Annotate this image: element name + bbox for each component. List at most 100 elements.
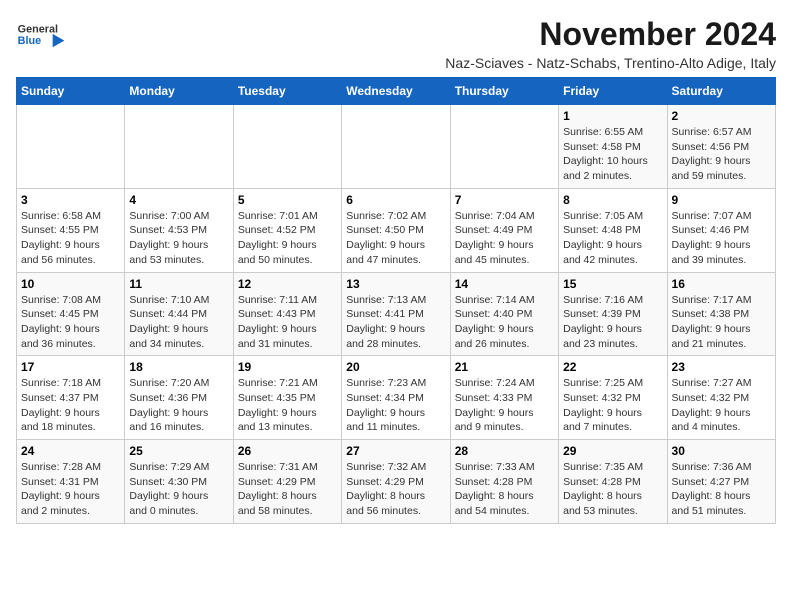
calendar-cell: 8Sunrise: 7:05 AM Sunset: 4:48 PM Daylig… — [559, 188, 667, 272]
day-info: Sunrise: 7:11 AM Sunset: 4:43 PM Dayligh… — [238, 293, 337, 352]
day-info: Sunrise: 7:16 AM Sunset: 4:39 PM Dayligh… — [563, 293, 662, 352]
calendar-cell: 1 Sunrise: 6:55 AM Sunset: 4:58 PM Daylig… — [559, 105, 667, 189]
calendar-cell: 26Sunrise: 7:31 AM Sunset: 4:29 PM Dayli… — [233, 440, 341, 524]
day-info: Sunrise: 7:27 AM Sunset: 4:32 PM Dayligh… — [672, 376, 771, 435]
day-info: Sunrise: 7:10 AM Sunset: 4:44 PM Dayligh… — [129, 293, 228, 352]
calendar-cell: 30Sunrise: 7:36 AM Sunset: 4:27 PM Dayli… — [667, 440, 775, 524]
day-info: Sunrise: 7:14 AM Sunset: 4:40 PM Dayligh… — [455, 293, 554, 352]
week-row-2: 3 Sunrise: 6:58 AM Sunset: 4:55 PM Daylig… — [17, 188, 776, 272]
calendar-cell: 16 Sunrise: 7:17 AM Sunset: 4:38 PM Dayli… — [667, 272, 775, 356]
day-number: 13 — [346, 277, 445, 291]
calendar-cell: 22Sunrise: 7:25 AM Sunset: 4:32 PM Dayli… — [559, 356, 667, 440]
calendar-cell — [17, 105, 125, 189]
svg-text:General: General — [18, 23, 58, 35]
day-number: 14 — [455, 277, 554, 291]
calendar-cell: 27 Sunrise: 7:32 AM Sunset: 4:29 PM Dayli… — [342, 440, 450, 524]
day-number: 18 — [129, 360, 228, 374]
day-number: 8 — [563, 193, 662, 207]
calendar-cell — [233, 105, 341, 189]
day-info: Sunrise: 7:33 AM Sunset: 4:28 PM Dayligh… — [455, 460, 554, 519]
col-header-tuesday: Tuesday — [233, 78, 341, 105]
day-info: Sunrise: 7:21 AM Sunset: 4:35 PM Dayligh… — [238, 376, 337, 435]
day-number: 23 — [672, 360, 771, 374]
col-header-saturday: Saturday — [667, 78, 775, 105]
calendar-cell: 4Sunrise: 7:00 AM Sunset: 4:53 PM Daylig… — [125, 188, 233, 272]
day-info: Sunrise: 7:00 AM Sunset: 4:53 PM Dayligh… — [129, 209, 228, 268]
day-number: 28 — [455, 444, 554, 458]
col-header-sunday: Sunday — [17, 78, 125, 105]
day-number: 5 — [238, 193, 337, 207]
day-info: Sunrise: 7:28 AM Sunset: 4:31 PM Dayligh… — [21, 460, 120, 519]
day-number: 6 — [346, 193, 445, 207]
calendar-table: SundayMondayTuesdayWednesdayThursdayFrid… — [16, 77, 776, 524]
day-number: 1 — [563, 109, 662, 123]
calendar-cell: 3 Sunrise: 6:58 AM Sunset: 4:55 PM Daylig… — [17, 188, 125, 272]
week-row-3: 10 Sunrise: 7:08 AM Sunset: 4:45 PM Dayli… — [17, 272, 776, 356]
day-number: 9 — [672, 193, 771, 207]
calendar-header-row: SundayMondayTuesdayWednesdayThursdayFrid… — [17, 78, 776, 105]
calendar-cell: 6Sunrise: 7:02 AM Sunset: 4:50 PM Daylig… — [342, 188, 450, 272]
calendar-cell: 20 Sunrise: 7:23 AM Sunset: 4:34 PM Dayli… — [342, 356, 450, 440]
day-number: 29 — [563, 444, 662, 458]
calendar-cell — [125, 105, 233, 189]
col-header-wednesday: Wednesday — [342, 78, 450, 105]
calendar-cell: 7Sunrise: 7:04 AM Sunset: 4:49 PM Daylig… — [450, 188, 558, 272]
day-number: 3 — [21, 193, 120, 207]
day-number: 2 — [672, 109, 771, 123]
day-info: Sunrise: 6:57 AM Sunset: 4:56 PM Dayligh… — [672, 125, 771, 184]
day-info: Sunrise: 7:24 AM Sunset: 4:33 PM Dayligh… — [455, 376, 554, 435]
calendar-cell: 5Sunrise: 7:01 AM Sunset: 4:52 PM Daylig… — [233, 188, 341, 272]
day-number: 16 — [672, 277, 771, 291]
calendar-cell — [342, 105, 450, 189]
day-info: Sunrise: 7:13 AM Sunset: 4:41 PM Dayligh… — [346, 293, 445, 352]
location-subtitle: Naz-Sciaves - Natz-Schabs, Trentino-Alto… — [86, 55, 776, 71]
calendar-body: 1 Sunrise: 6:55 AM Sunset: 4:58 PM Daylig… — [17, 105, 776, 524]
col-header-monday: Monday — [125, 78, 233, 105]
day-number: 10 — [21, 277, 120, 291]
calendar-cell: 28 Sunrise: 7:33 AM Sunset: 4:28 PM Dayli… — [450, 440, 558, 524]
page-header: General Blue November 2024 Naz-Sciaves -… — [16, 16, 776, 71]
col-header-thursday: Thursday — [450, 78, 558, 105]
calendar-cell: 11 Sunrise: 7:10 AM Sunset: 4:44 PM Dayli… — [125, 272, 233, 356]
calendar-cell: 23 Sunrise: 7:27 AM Sunset: 4:32 PM Dayli… — [667, 356, 775, 440]
day-info: Sunrise: 7:20 AM Sunset: 4:36 PM Dayligh… — [129, 376, 228, 435]
calendar-cell: 17 Sunrise: 7:18 AM Sunset: 4:37 PM Dayli… — [17, 356, 125, 440]
week-row-1: 1 Sunrise: 6:55 AM Sunset: 4:58 PM Daylig… — [17, 105, 776, 189]
day-info: Sunrise: 7:18 AM Sunset: 4:37 PM Dayligh… — [21, 376, 120, 435]
day-info: Sunrise: 6:58 AM Sunset: 4:55 PM Dayligh… — [21, 209, 120, 268]
calendar-cell: 13 Sunrise: 7:13 AM Sunset: 4:41 PM Dayli… — [342, 272, 450, 356]
day-info: Sunrise: 7:07 AM Sunset: 4:46 PM Dayligh… — [672, 209, 771, 268]
day-number: 27 — [346, 444, 445, 458]
day-info: Sunrise: 7:36 AM Sunset: 4:27 PM Dayligh… — [672, 460, 771, 519]
calendar-cell: 19 Sunrise: 7:21 AM Sunset: 4:35 PM Dayli… — [233, 356, 341, 440]
day-number: 19 — [238, 360, 337, 374]
month-title: November 2024 — [86, 16, 776, 53]
day-info: Sunrise: 7:32 AM Sunset: 4:29 PM Dayligh… — [346, 460, 445, 519]
calendar-cell: 14 Sunrise: 7:14 AM Sunset: 4:40 PM Dayli… — [450, 272, 558, 356]
week-row-4: 17 Sunrise: 7:18 AM Sunset: 4:37 PM Dayli… — [17, 356, 776, 440]
calendar-cell: 2 Sunrise: 6:57 AM Sunset: 4:56 PM Daylig… — [667, 105, 775, 189]
day-info: Sunrise: 6:55 AM Sunset: 4:58 PM Dayligh… — [563, 125, 662, 184]
day-number: 24 — [21, 444, 120, 458]
day-number: 20 — [346, 360, 445, 374]
day-number: 25 — [129, 444, 228, 458]
svg-text:Blue: Blue — [18, 35, 41, 47]
calendar-cell: 15 Sunrise: 7:16 AM Sunset: 4:39 PM Dayli… — [559, 272, 667, 356]
calendar-cell: 25 Sunrise: 7:29 AM Sunset: 4:30 PM Dayli… — [125, 440, 233, 524]
day-number: 11 — [129, 277, 228, 291]
day-info: Sunrise: 7:17 AM Sunset: 4:38 PM Dayligh… — [672, 293, 771, 352]
day-info: Sunrise: 7:04 AM Sunset: 4:49 PM Dayligh… — [455, 209, 554, 268]
day-number: 21 — [455, 360, 554, 374]
logo: General Blue — [16, 16, 66, 56]
day-info: Sunrise: 7:31 AM Sunset: 4:29 PM Dayligh… — [238, 460, 337, 519]
day-info: Sunrise: 7:08 AM Sunset: 4:45 PM Dayligh… — [21, 293, 120, 352]
day-number: 22 — [563, 360, 662, 374]
day-info: Sunrise: 7:29 AM Sunset: 4:30 PM Dayligh… — [129, 460, 228, 519]
day-info: Sunrise: 7:23 AM Sunset: 4:34 PM Dayligh… — [346, 376, 445, 435]
calendar-cell: 10 Sunrise: 7:08 AM Sunset: 4:45 PM Dayli… — [17, 272, 125, 356]
calendar-cell: 24 Sunrise: 7:28 AM Sunset: 4:31 PM Dayli… — [17, 440, 125, 524]
day-number: 15 — [563, 277, 662, 291]
calendar-cell: 21 Sunrise: 7:24 AM Sunset: 4:33 PM Dayli… — [450, 356, 558, 440]
day-number: 12 — [238, 277, 337, 291]
day-number: 17 — [21, 360, 120, 374]
